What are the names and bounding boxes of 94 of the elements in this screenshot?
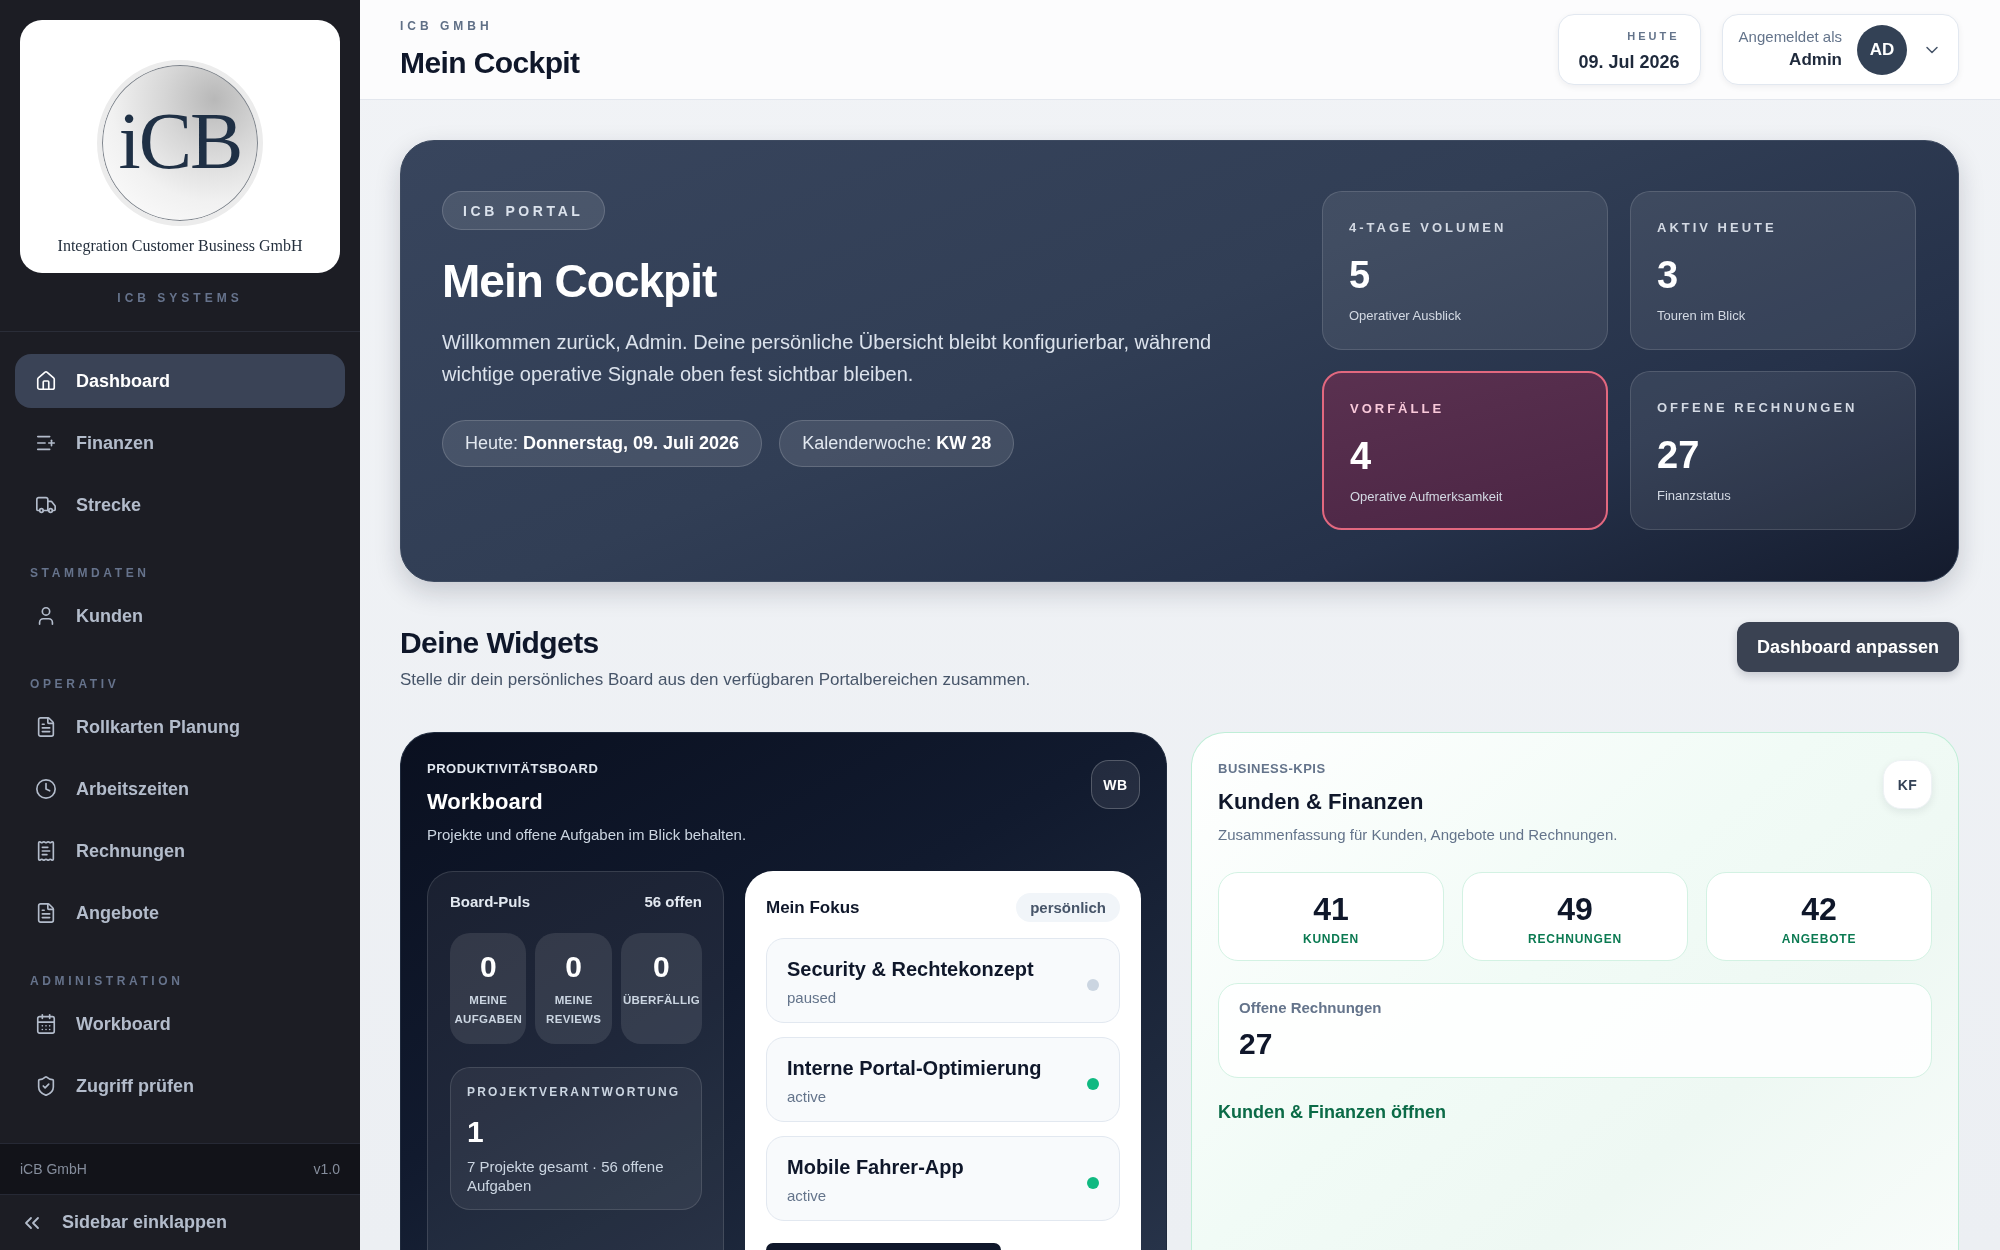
responsibility-caption: 7 Projekte gesamt · 56 offene Aufgaben (467, 1157, 665, 1195)
nav-item[interactable]: Workboard (15, 997, 345, 1051)
logo-emblem: iCB (97, 60, 263, 226)
info-chip: Kalenderwoche: KW 28 (779, 420, 1015, 467)
stat-caption: Touren im Blick (1657, 308, 1746, 324)
version-label: v1.0 (313, 1161, 340, 1177)
widget-badge: KF (1883, 760, 1932, 809)
stat-value: 3 (1657, 253, 1679, 297)
focus-item-status: active (787, 1186, 827, 1206)
truck-icon (35, 494, 57, 516)
nav-item[interactable]: Finanzen (15, 416, 345, 470)
nav-item[interactable]: Angebote (15, 886, 345, 940)
stat-value: 5 (1349, 253, 1371, 297)
nav-item[interactable]: Dashboard (15, 354, 345, 408)
nav-item[interactable]: Rollkarten Planung (15, 700, 345, 754)
kpi-value: 42 (1801, 890, 1837, 928)
stat-caption: Operativer Ausblick (1349, 308, 1461, 324)
user-label: Angemeldet als (1738, 28, 1842, 46)
metric-label: ÜBERFÄLLIG (622, 993, 700, 1008)
focus-item[interactable]: Interne Portal-Optimierung active (766, 1037, 1120, 1122)
section-subtitle: Stelle dir dein persönliches Board aus den verfügbaren Portalbereichen zusammen. (400, 669, 1031, 691)
widget-title: Workboard (427, 788, 543, 816)
nav-item[interactable]: Zugriff prüfen (15, 1059, 345, 1113)
kpi-value: 41 (1313, 890, 1349, 928)
personal-tag: persönlich (1016, 893, 1120, 922)
hero-title: Mein Cockpit (442, 254, 717, 308)
section-title: Deine Widgets (400, 625, 599, 661)
info-chip: Heute: Donnerstag, 09. Juli 2026 (442, 420, 763, 467)
open-count: 56 offen (644, 892, 702, 912)
focus-item[interactable]: Security & Rechtekonzept paused (766, 938, 1120, 1023)
clock-icon (35, 778, 57, 800)
widget-badge: WB (1091, 760, 1140, 809)
stat-label: OFFENE RECHNUNGEN (1657, 400, 1858, 416)
logo-company-name: Integration Customer Business GmbH (57, 236, 303, 256)
panel-title: Board-Puls (450, 892, 530, 912)
widget-overline: PRODUKTIVITÄTSBOARD (427, 761, 599, 777)
open-invoices-label: Offene Rechnungen (1239, 998, 1382, 1018)
responsibility-value: 1 (467, 1114, 484, 1150)
stat-caption: Finanzstatus (1657, 488, 1731, 504)
panel-title: Mein Fokus (766, 897, 860, 918)
nav-item[interactable]: Arbeitszeiten (15, 762, 345, 816)
widget-overline: BUSINESS-KPIS (1218, 761, 1326, 777)
metric-value: 0 (479, 949, 497, 985)
kpi-value: 49 (1557, 890, 1593, 928)
stat-label: 4-TAGE VOLUMEN (1349, 220, 1507, 236)
date-value: 09. Jul 2026 (1578, 51, 1680, 73)
kpi-label: ANGEBOTE (1781, 931, 1857, 947)
widget-description: Zusammenfassung für Kunden, Angebote und Rechnungen. (1218, 825, 1618, 845)
nav-section-heading: STAMMDATEN (29, 566, 150, 580)
document-icon (35, 716, 57, 738)
user-menu-button[interactable]: Angemeldet als Admin AD (1721, 14, 1959, 85)
page-title: Mein Cockpit (400, 45, 580, 81)
kpi-label: RECHNUNGEN (1528, 931, 1622, 947)
focus-item[interactable]: Mobile Fahrer-App active (766, 1136, 1120, 1221)
focus-item-status: active (787, 1087, 827, 1107)
focus-item-status: paused (787, 988, 837, 1008)
nav-item[interactable]: Rechnungen (15, 824, 345, 878)
open-link[interactable]: Kunden & Finanzen öffnen (1218, 1101, 1446, 1123)
user-avatar: AD (1857, 24, 1907, 75)
nav-section-heading: ADMINISTRATION (29, 974, 184, 988)
kpi-label: KUNDEN (1302, 931, 1360, 947)
metric-label: MEINE REVIEWS (545, 993, 603, 1027)
date-label: HEUTE (1627, 29, 1680, 43)
company-name: iCB GmbH (20, 1161, 87, 1177)
stat-caption: Operative Aufmerksamkeit (1350, 489, 1503, 505)
open-invoices-value: 27 (1239, 1026, 1273, 1062)
shield-check-icon (35, 1075, 57, 1097)
calendar-icon (35, 1013, 57, 1035)
widget-title: Kunden & Finanzen (1218, 788, 1424, 816)
hero-text: Willkommen zurück, Admin. Deine persönliche Übersicht bleibt konfigurierbar, während wichtige operative Signale oben fest sichtbar bleiben. (442, 330, 1213, 387)
focus-item-title: Security & Rechtekonzept (787, 957, 1034, 981)
nav-section-heading: OPERATIV (29, 677, 120, 691)
receipt-icon (35, 840, 57, 862)
stat-value: 4 (1350, 434, 1372, 478)
portal-badge: ICB PORTAL (442, 191, 605, 230)
stat-value: 27 (1657, 433, 1700, 477)
action-button[interactable] (766, 1243, 1001, 1250)
stat-label: AKTIV HEUTE (1657, 220, 1777, 236)
user-name: Admin (1789, 49, 1842, 71)
focus-item-title: Mobile Fahrer-App (787, 1155, 964, 1179)
metric-value: 0 (653, 949, 670, 985)
file-icon (35, 902, 57, 924)
stat-label: VORFÄLLE (1350, 401, 1445, 417)
header-overline: ICB GMBH (400, 19, 493, 33)
widget-description: Projekte und offene Aufgaben im Blick behalten. (427, 825, 747, 845)
house-icon (35, 370, 57, 392)
metric-label: MEINE AUFGABEN (453, 993, 523, 1027)
nav-item[interactable]: Strecke (15, 478, 345, 532)
brand-caption: ICB SYSTEMS (117, 291, 243, 305)
focus-item-title: Interne Portal-Optimierung (787, 1056, 1042, 1080)
customize-dashboard-button[interactable]: Dashboard anpassen (1736, 622, 1959, 672)
metric-value: 0 (565, 949, 582, 985)
nav-item[interactable]: Kunden (15, 589, 345, 643)
responsibility-label: PROJEKTVERANTWORTUNG (467, 1084, 681, 1100)
